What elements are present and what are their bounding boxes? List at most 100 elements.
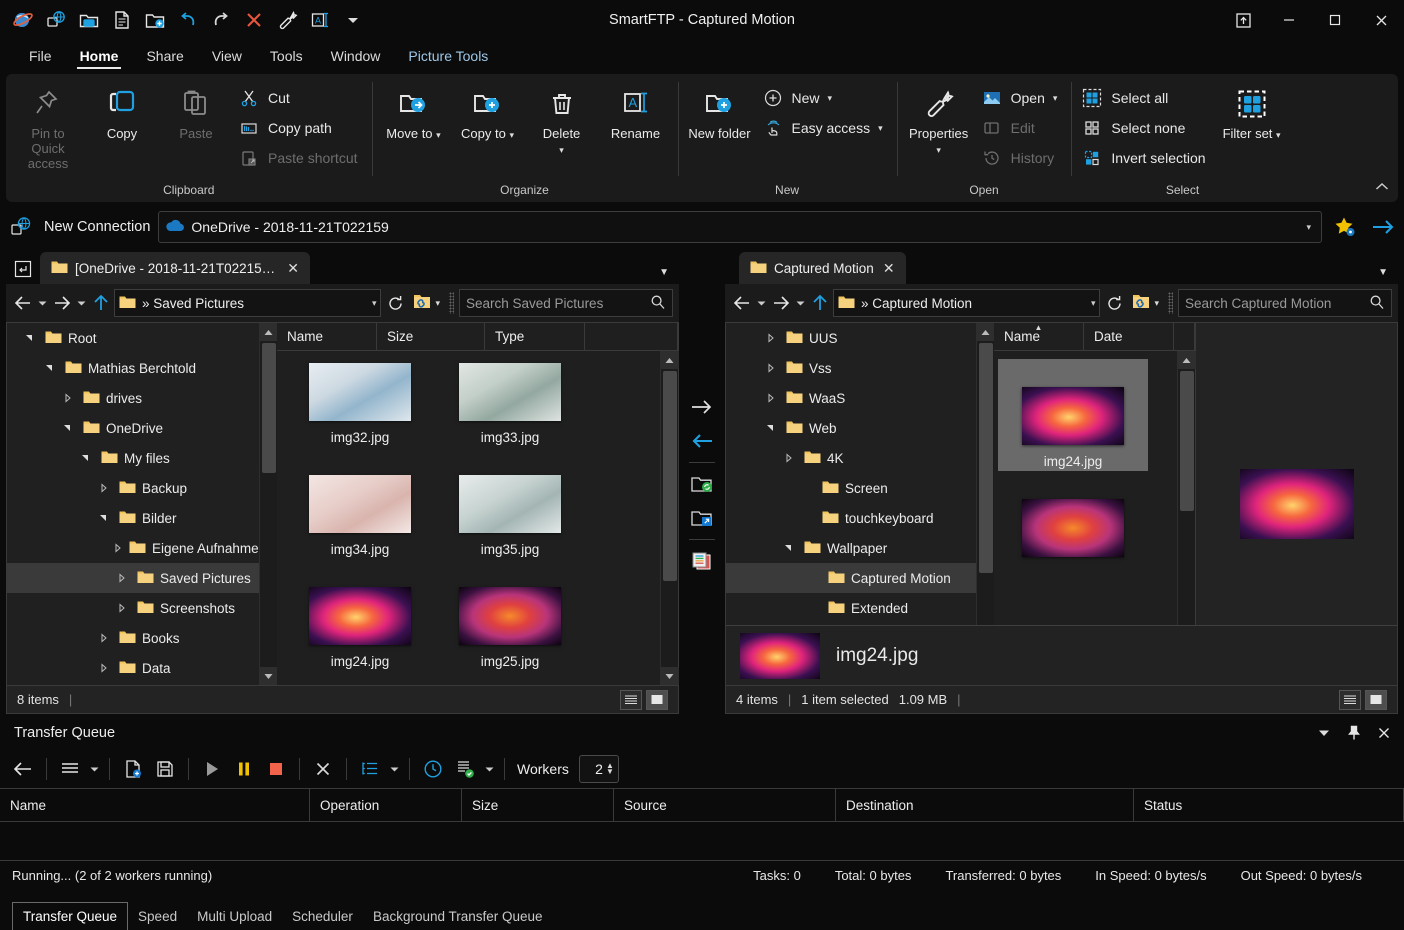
right-refresh-button[interactable] [1102, 295, 1126, 312]
workers-stepper[interactable]: 2 ▲ ▼ [578, 755, 619, 783]
queue-menu-button[interactable] [55, 754, 85, 784]
tab-window[interactable]: Window [318, 45, 394, 70]
tab-picture-tools[interactable]: Picture Tools [395, 45, 501, 70]
tab-view[interactable]: View [199, 45, 255, 70]
tq-column-size[interactable]: Size [462, 789, 614, 821]
queue-schedule-button[interactable] [418, 754, 448, 784]
tree-row[interactable]: Screenshots [7, 593, 259, 623]
expander-collapsed-icon[interactable] [762, 333, 780, 343]
close-icon[interactable]: ✕ [285, 260, 301, 277]
tab-home[interactable]: Home [67, 45, 132, 70]
forward-button[interactable] [51, 290, 73, 316]
tools-wrench-icon[interactable] [272, 5, 302, 35]
chevron-down-icon[interactable]: ▾ [1306, 222, 1315, 233]
open-in-other-pane-button[interactable] [686, 501, 718, 535]
tree-row[interactable]: My files [7, 443, 259, 473]
expander-expanded-icon[interactable] [77, 453, 95, 463]
undo-icon[interactable] [173, 5, 203, 35]
stepper-arrows[interactable]: ▲ ▼ [606, 762, 614, 776]
expander-expanded-icon[interactable] [21, 333, 39, 343]
arrow-right-icon[interactable] [1368, 216, 1398, 238]
tree-row[interactable]: Backup [7, 473, 259, 503]
list-view-icon[interactable] [620, 689, 642, 710]
tq-tab-transfer-queue[interactable]: Transfer Queue [12, 902, 129, 930]
left-tree-scrollbar[interactable] [259, 323, 278, 685]
open-button[interactable]: Open ▾ [977, 83, 1066, 113]
open-folder-icon[interactable] [74, 5, 104, 35]
new-file-icon[interactable] [107, 5, 137, 35]
tree-row[interactable]: Root [7, 323, 259, 353]
connection-address-input[interactable]: OneDrive - 2018-11-21T022159 ▾ [158, 211, 1322, 243]
tree-row[interactable]: Data [7, 653, 259, 683]
left-address-bar[interactable]: » Saved Pictures ▾ [114, 289, 382, 317]
scroll-up-icon[interactable] [1177, 351, 1196, 369]
close-icon[interactable]: ✕ [881, 260, 897, 277]
compare-folders-button[interactable] [686, 544, 718, 578]
chevron-down-icon[interactable] [387, 754, 401, 784]
tree-row[interactable]: Wallpaper [726, 533, 976, 563]
synchronize-folders-button[interactable] [686, 467, 718, 501]
file-item[interactable]: img35.jpg [435, 471, 585, 583]
minimize-button[interactable] [1266, 0, 1312, 40]
new-connection-icon[interactable] [6, 215, 36, 239]
up-button[interactable] [90, 290, 112, 316]
left-refresh-button[interactable] [383, 295, 407, 312]
expander-expanded-icon[interactable] [41, 363, 59, 373]
column-size[interactable]: Size [377, 323, 485, 350]
scroll-down-icon[interactable] [660, 667, 679, 685]
new-folder-icon[interactable] [140, 5, 170, 35]
tq-column-status[interactable]: Status [1134, 789, 1404, 821]
scrollbar-thumb[interactable] [979, 343, 993, 573]
file-item[interactable]: img32.jpg [285, 359, 435, 471]
expander-collapsed-icon[interactable] [95, 633, 113, 643]
properties-button[interactable]: Properties ▾ [903, 78, 975, 160]
new-connection-icon[interactable] [41, 5, 71, 35]
expander-expanded-icon[interactable] [95, 513, 113, 523]
tq-tab-background-transfer-queue[interactable]: Background Transfer Queue [363, 902, 553, 930]
chevron-down-icon[interactable] [482, 754, 496, 784]
chevron-down-icon[interactable]: ▾ [509, 130, 514, 140]
collapse-ribbon-icon[interactable] [1374, 181, 1390, 196]
copy-to-button[interactable]: Copy to ▾ [452, 78, 524, 145]
queue-back-button[interactable] [8, 754, 38, 784]
tab-file[interactable]: File [16, 45, 65, 70]
expander-collapsed-icon[interactable] [113, 543, 123, 553]
back-history-icon[interactable] [755, 290, 768, 316]
transfer-queue-rows[interactable] [0, 822, 1404, 860]
select-all-button[interactable]: Select all [1077, 83, 1213, 113]
redo-icon[interactable] [206, 5, 236, 35]
chevron-down-icon[interactable]: ▾ [436, 130, 441, 140]
file-item[interactable]: img34.jpg [285, 471, 435, 583]
thumbnail-view-icon[interactable] [1365, 689, 1387, 710]
file-item[interactable]: img25.jpg [435, 583, 585, 685]
search-icon[interactable] [650, 294, 666, 313]
chevron-down-icon[interactable]: ▾ [828, 93, 833, 104]
list-view-icon[interactable] [1339, 689, 1361, 710]
download-arrow-button[interactable] [686, 424, 718, 458]
tree-row[interactable]: touchkeyboard [726, 503, 976, 533]
tree-row[interactable]: Books [7, 623, 259, 653]
upload-arrow-button[interactable] [686, 390, 718, 424]
pin-to-quick-access-button[interactable]: Pin to Quick access [12, 78, 84, 173]
stepper-down-icon[interactable]: ▼ [606, 768, 614, 776]
left-folder-tab[interactable]: [OneDrive - 2018-11-21T022159]... ✕ [40, 252, 310, 284]
chevron-down-icon[interactable]: ▾ [1053, 93, 1058, 104]
left-search-box[interactable]: Search Saved Pictures [459, 289, 673, 317]
column-name[interactable]: Name [277, 323, 377, 350]
scrollbar-thumb[interactable] [663, 371, 677, 581]
filter-set-button[interactable]: Filter set ▾ [1216, 78, 1288, 145]
tree-row-saved-pictures[interactable]: Saved Pictures [7, 563, 259, 593]
chevron-down-icon[interactable] [87, 754, 101, 784]
edit-button[interactable]: Edit [977, 113, 1066, 143]
chevron-down-icon[interactable]: ▾ [1154, 298, 1159, 309]
paste-button[interactable]: Paste [160, 78, 232, 143]
star-icon[interactable] [1330, 215, 1360, 239]
expander-collapsed-icon[interactable] [762, 393, 780, 403]
chevron-down-icon[interactable]: ▾ [1091, 298, 1096, 309]
expander-collapsed-icon[interactable] [95, 483, 113, 493]
tree-row[interactable]: Eigene Aufnahmen [7, 533, 259, 563]
tq-column-name[interactable]: Name [0, 789, 310, 821]
close-icon[interactable] [1370, 720, 1398, 746]
file-item[interactable]: img33.jpg [435, 359, 585, 471]
tree-row[interactable]: Mathias Berchtold [7, 353, 259, 383]
